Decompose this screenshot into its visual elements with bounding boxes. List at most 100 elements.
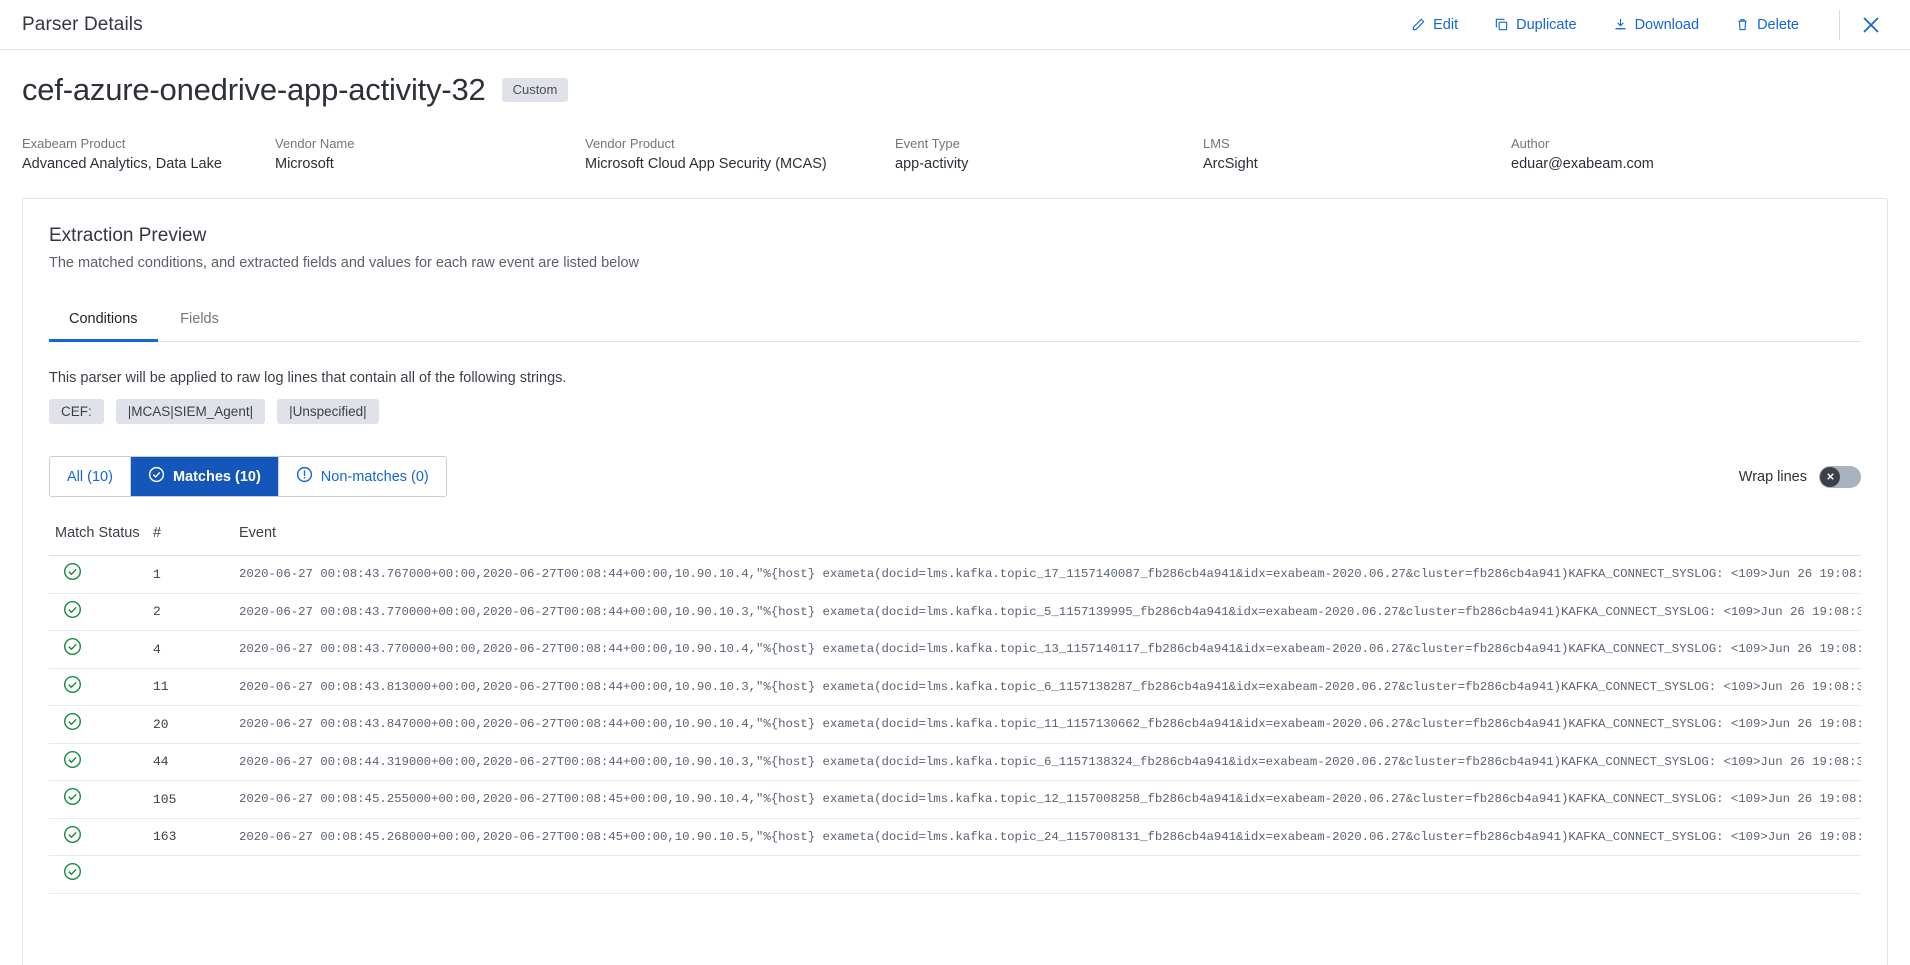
column-header-event: Event <box>239 525 277 541</box>
meta-value: Microsoft Cloud App Security (MCAS) <box>585 156 827 172</box>
meta-author: Author eduar@exabeam.com <box>1511 136 1654 172</box>
condition-chip: |MCAS|SIEM_Agent| <box>115 399 266 424</box>
filter-all-label: All (10) <box>67 468 113 485</box>
status-badge: Custom <box>501 77 569 103</box>
meta-value: ArcSight <box>1203 156 1258 172</box>
delete-label: Delete <box>1757 16 1799 33</box>
match-status-cell <box>49 862 153 886</box>
check-circle-icon <box>148 466 165 487</box>
check-circle-icon <box>63 787 82 811</box>
check-circle-icon <box>63 600 82 624</box>
meta-label: Exabeam Product <box>22 136 126 151</box>
wrap-lines-label: Wrap lines <box>1738 468 1807 485</box>
tab-fields[interactable]: Fields <box>158 301 242 342</box>
filter-nonmatches-label: Non-matches (0) <box>320 468 429 485</box>
meta-value: app-activity <box>895 156 969 172</box>
match-filter-group: All (10) Matches (10) Non-matches (0) <box>49 456 447 497</box>
tab-conditions[interactable]: Conditions <box>49 301 158 342</box>
event-text: 2020-06-27 00:08:44.319000+00:00,2020-06… <box>239 754 1861 769</box>
download-icon <box>1613 17 1628 32</box>
match-status-cell <box>49 787 153 811</box>
meta-lms: LMS ArcSight <box>1203 136 1511 172</box>
table-row[interactable]: 4 2020-06-27 00:08:43.770000+00:00,2020-… <box>49 631 1861 669</box>
download-button[interactable]: Download <box>1595 11 1718 39</box>
page-title: Parser Details <box>22 13 143 35</box>
condition-chip: |Unspecified| <box>277 399 379 424</box>
match-status-cell <box>49 600 153 624</box>
preview-tabs: Conditions Fields <box>49 301 1861 342</box>
event-text: 2020-06-27 00:08:45.255000+00:00,2020-06… <box>239 792 1861 807</box>
condition-chip: CEF: <box>49 399 104 424</box>
table-row[interactable]: 2 2020-06-27 00:08:43.770000+00:00,2020-… <box>49 594 1861 631</box>
condition-chip-list: CEF: |MCAS|SIEM_Agent| |Unspecified| <box>49 399 1861 424</box>
row-number: 163 <box>153 829 177 845</box>
meta-label: Vendor Product <box>585 136 675 151</box>
meta-label: LMS <box>1203 136 1230 151</box>
table-row[interactable]: 105 2020-06-27 00:08:45.255000+00:00,202… <box>49 781 1861 819</box>
match-status-cell <box>49 637 153 661</box>
check-circle-icon <box>63 825 82 849</box>
row-number: 20 <box>153 716 169 732</box>
table-header-row: Match Status # Event <box>49 525 1861 556</box>
extraction-preview-title: Extraction Preview <box>49 225 207 246</box>
meta-event-type: Event Type app-activity <box>895 136 1203 172</box>
match-status-cell <box>49 675 153 699</box>
table-row[interactable]: 11 2020-06-27 00:08:43.813000+00:00,2020… <box>49 669 1861 706</box>
meta-vendor-name: Vendor Name Microsoft <box>275 136 585 172</box>
edit-button[interactable]: Edit <box>1393 11 1476 39</box>
check-circle-icon <box>63 562 82 586</box>
check-circle-icon <box>63 750 82 774</box>
wrap-lines-toggle[interactable] <box>1819 465 1861 488</box>
filter-bar: All (10) Matches (10) Non-matches (0) Wr… <box>49 456 1861 497</box>
close-icon[interactable] <box>1854 10 1888 40</box>
table-row[interactable] <box>49 856 1861 894</box>
row-number: 105 <box>153 791 177 807</box>
match-status-cell <box>49 562 153 586</box>
header-divider <box>1839 9 1840 40</box>
meta-value: eduar@exabeam.com <box>1511 156 1654 172</box>
row-number: 2 <box>153 604 161 620</box>
meta-label: Author <box>1511 136 1550 151</box>
event-text: 2020-06-27 00:08:43.770000+00:00,2020-06… <box>239 642 1861 657</box>
filter-nonmatches-button[interactable]: Non-matches (0) <box>278 457 446 496</box>
event-text: 2020-06-27 00:08:43.767000+00:00,2020-06… <box>239 567 1861 582</box>
meta-label: Event Type <box>895 136 960 151</box>
event-text: 2020-06-27 00:08:43.847000+00:00,2020-06… <box>239 717 1861 732</box>
table-row[interactable]: 44 2020-06-27 00:08:44.319000+00:00,2020… <box>49 744 1861 781</box>
check-circle-icon <box>63 712 82 736</box>
table-body[interactable]: 1 2020-06-27 00:08:43.767000+00:00,2020-… <box>49 556 1861 921</box>
table-row[interactable]: 1 2020-06-27 00:08:43.767000+00:00,2020-… <box>49 556 1861 594</box>
row-number: 4 <box>153 641 161 657</box>
event-text: 2020-06-27 00:08:43.770000+00:00,2020-06… <box>239 604 1861 619</box>
match-status-cell <box>49 712 153 736</box>
row-number: 44 <box>153 754 169 770</box>
conditions-description: This parser will be applied to raw log l… <box>49 370 567 386</box>
table-row[interactable]: 163 2020-06-27 00:08:45.268000+00:00,202… <box>49 819 1861 856</box>
event-text: 2020-06-27 00:08:43.813000+00:00,2020-06… <box>239 679 1861 694</box>
meta-label: Vendor Name <box>275 136 355 151</box>
parser-title-row: cef-azure-onedrive-app-activity-32 Custo… <box>0 50 1910 108</box>
column-header-number: # <box>153 525 162 541</box>
delete-button[interactable]: Delete <box>1717 11 1817 39</box>
check-circle-icon <box>63 637 82 661</box>
check-circle-icon <box>63 675 82 699</box>
check-circle-icon <box>63 862 82 886</box>
duplicate-label: Duplicate <box>1516 16 1577 33</box>
row-number: 11 <box>153 679 169 695</box>
duplicate-button[interactable]: Duplicate <box>1476 11 1594 39</box>
pencil-icon <box>1411 17 1426 32</box>
filter-all-button[interactable]: All (10) <box>50 457 131 496</box>
table-row[interactable]: 20 2020-06-27 00:08:43.847000+00:00,2020… <box>49 706 1861 744</box>
meta-vendor-product: Vendor Product Microsoft Cloud App Secur… <box>585 136 895 172</box>
header-actions: Edit Duplicate Download Delete <box>1393 9 1888 40</box>
alert-circle-icon <box>296 466 313 487</box>
toggle-knob <box>1820 466 1840 487</box>
meta-value: Microsoft <box>275 156 334 172</box>
meta-exabeam-product: Exabeam Product Advanced Analytics, Data… <box>22 136 275 172</box>
edit-label: Edit <box>1433 16 1459 33</box>
filter-matches-button[interactable]: Matches (10) <box>130 457 279 496</box>
parser-name: cef-azure-onedrive-app-activity-32 <box>22 72 486 107</box>
window-header: Parser Details Edit Duplicate Download D… <box>0 0 1910 50</box>
extraction-preview-card: Extraction Preview The matched condition… <box>22 198 1888 965</box>
download-label: Download <box>1634 16 1700 33</box>
